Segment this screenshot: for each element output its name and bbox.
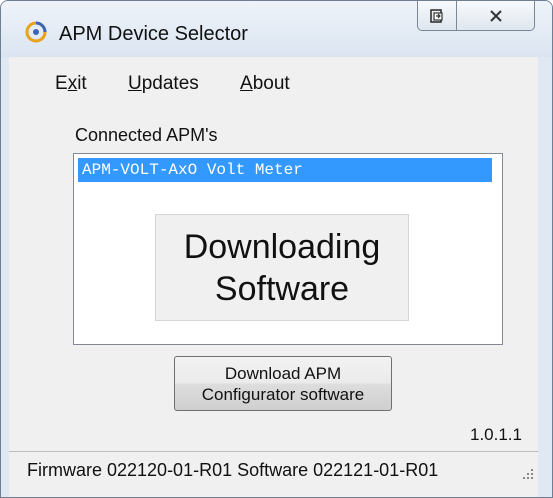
menu-exit[interactable]: Exit	[49, 71, 93, 97]
title-bar[interactable]: APM Device Selector	[1, 1, 552, 57]
download-configurator-button[interactable]: Download APM Configurator software	[174, 356, 392, 411]
resize-grip-icon[interactable]	[521, 467, 535, 481]
restore-button[interactable]	[417, 1, 457, 31]
menu-bar: Exit Updates About	[9, 65, 538, 99]
download-button-line-2: Configurator software	[201, 384, 365, 404]
overlay-line-2: Software	[214, 269, 350, 308]
downloading-overlay: Downloading Software	[155, 214, 409, 321]
close-button[interactable]	[457, 1, 535, 31]
download-button-line-1: Download APM	[224, 363, 342, 383]
status-text: Firmware 022120-01-R01 Software 022121-0…	[27, 460, 439, 480]
close-icon	[489, 9, 502, 22]
menu-updates[interactable]: Updates	[122, 71, 205, 97]
app-window: APM Device Selector Exit Updates About C…	[0, 0, 553, 498]
menu-about[interactable]: About	[234, 71, 296, 97]
restore-icon	[430, 8, 443, 23]
window-title: APM Device Selector	[59, 23, 248, 45]
connected-apms-label: Connected APM's	[75, 125, 218, 145]
device-list-item[interactable]: APM-VOLT-AxO Volt Meter	[78, 158, 492, 182]
version-label: 1.0.1.1	[470, 425, 522, 444]
overlay-line-1: Downloading	[183, 227, 381, 266]
apm-logo-icon	[25, 21, 47, 43]
